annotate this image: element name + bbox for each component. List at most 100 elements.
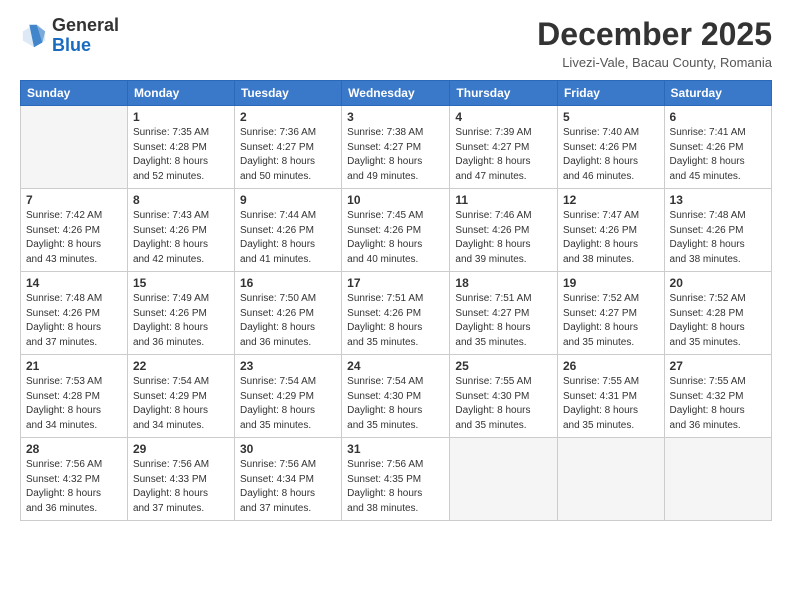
calendar-cell: 25 Sunrise: 7:55 AMSunset: 4:30 PMDayligh… <box>450 355 558 438</box>
calendar-cell: 16Sunrise: 7:50 AMSunset: 4:26 PMDayligh… <box>234 272 341 355</box>
calendar-cell: 20 Sunrise: 7:52 AMSunset: 4:28 PMDayligh… <box>664 272 771 355</box>
day-number: 25 <box>455 359 552 373</box>
day-info: Sunrise: 7:56 AMSunset: 4:32 PMDaylight:… <box>26 458 122 516</box>
calendar-cell: 23 Sunrise: 7:54 AMSunset: 4:29 PMDayligh… <box>234 355 341 438</box>
day-number: 23 <box>240 359 336 373</box>
calendar-cell: 7 Sunrise: 7:42 AMSunset: 4:26 PMDaylight… <box>21 189 128 272</box>
day-info: Sunrise: 7:43 AMSunset: 4:26 PMDaylight:… <box>133 209 229 267</box>
month-title: December 2025 <box>537 16 772 53</box>
day-info: Sunrise: 7:47 AMSunset: 4:26 PMDaylight:… <box>563 209 659 267</box>
day-number: 29 <box>133 442 229 456</box>
calendar-cell: 6 Sunrise: 7:41 AMSunset: 4:26 PMDaylight… <box>664 106 771 189</box>
day-info: Sunrise: 7:55 AMSunset: 4:30 PMDaylight:… <box>455 375 552 433</box>
calendar-cell: 22 Sunrise: 7:54 AMSunset: 4:29 PMDayligh… <box>127 355 234 438</box>
calendar-table: SundayMondayTuesdayWednesdayThursdayFrid… <box>20 80 772 521</box>
day-info: Sunrise: 7:39 AMSunset: 4:27 PMDaylight:… <box>455 126 552 184</box>
calendar-header-thursday: Thursday <box>450 81 558 106</box>
calendar-cell: 4 Sunrise: 7:39 AMSunset: 4:27 PMDaylight… <box>450 106 558 189</box>
day-info: Sunrise: 7:42 AMSunset: 4:26 PMDaylight:… <box>26 209 122 267</box>
day-number: 6 <box>670 110 766 124</box>
week-row-2: 7 Sunrise: 7:42 AMSunset: 4:26 PMDaylight… <box>21 189 772 272</box>
day-number: 31 <box>347 442 444 456</box>
day-number: 17 <box>347 276 444 290</box>
day-number: 24 <box>347 359 444 373</box>
day-number: 22 <box>133 359 229 373</box>
page: General Blue December 2025 Livezi-Vale, … <box>0 0 792 612</box>
day-number: 12 <box>563 193 659 207</box>
calendar-cell: 30 Sunrise: 7:56 AMSunset: 4:34 PMDayligh… <box>234 438 341 521</box>
calendar-cell: 11 Sunrise: 7:46 AMSunset: 4:26 PMDayligh… <box>450 189 558 272</box>
day-number: 10 <box>347 193 444 207</box>
calendar-cell: 5Sunrise: 7:40 AMSunset: 4:26 PMDaylight… <box>557 106 664 189</box>
day-info: Sunrise: 7:48 AMSunset: 4:26 PMDaylight:… <box>670 209 766 267</box>
day-number: 8 <box>133 193 229 207</box>
logo: General Blue <box>20 16 119 56</box>
day-number: 4 <box>455 110 552 124</box>
calendar-cell: 18 Sunrise: 7:51 AMSunset: 4:27 PMDayligh… <box>450 272 558 355</box>
calendar-cell: 9 Sunrise: 7:44 AMSunset: 4:26 PMDaylight… <box>234 189 341 272</box>
calendar-header-wednesday: Wednesday <box>342 81 450 106</box>
calendar-cell: 8 Sunrise: 7:43 AMSunset: 4:26 PMDaylight… <box>127 189 234 272</box>
calendar-cell: 29Sunrise: 7:56 AMSunset: 4:33 PMDayligh… <box>127 438 234 521</box>
day-info: Sunrise: 7:51 AMSunset: 4:27 PMDaylight:… <box>455 292 552 350</box>
calendar-cell <box>21 106 128 189</box>
day-info: Sunrise: 7:46 AMSunset: 4:26 PMDaylight:… <box>455 209 552 267</box>
day-number: 13 <box>670 193 766 207</box>
logo-blue: Blue <box>52 36 119 56</box>
day-info: Sunrise: 7:45 AMSunset: 4:26 PMDaylight:… <box>347 209 444 267</box>
day-info: Sunrise: 7:52 AMSunset: 4:28 PMDaylight:… <box>670 292 766 350</box>
calendar-cell: 17Sunrise: 7:51 AMSunset: 4:26 PMDayligh… <box>342 272 450 355</box>
day-number: 14 <box>26 276 122 290</box>
day-info: Sunrise: 7:38 AMSunset: 4:27 PMDaylight:… <box>347 126 444 184</box>
day-number: 18 <box>455 276 552 290</box>
calendar-header-tuesday: Tuesday <box>234 81 341 106</box>
day-number: 7 <box>26 193 122 207</box>
week-row-5: 28 Sunrise: 7:56 AMSunset: 4:32 PMDayligh… <box>21 438 772 521</box>
day-number: 21 <box>26 359 122 373</box>
calendar-cell: 12 Sunrise: 7:47 AMSunset: 4:26 PMDayligh… <box>557 189 664 272</box>
day-number: 15 <box>133 276 229 290</box>
calendar-cell: 21 Sunrise: 7:53 AMSunset: 4:28 PMDayligh… <box>21 355 128 438</box>
day-number: 30 <box>240 442 336 456</box>
calendar-header-row: SundayMondayTuesdayWednesdayThursdayFrid… <box>21 81 772 106</box>
calendar-cell <box>450 438 558 521</box>
day-info: Sunrise: 7:54 AMSunset: 4:29 PMDaylight:… <box>240 375 336 433</box>
calendar-cell: 26Sunrise: 7:55 AMSunset: 4:31 PMDayligh… <box>557 355 664 438</box>
day-info: Sunrise: 7:36 AMSunset: 4:27 PMDaylight:… <box>240 126 336 184</box>
logo-text: General Blue <box>52 16 119 56</box>
calendar-cell: 15 Sunrise: 7:49 AMSunset: 4:26 PMDayligh… <box>127 272 234 355</box>
calendar-cell: 13 Sunrise: 7:48 AMSunset: 4:26 PMDayligh… <box>664 189 771 272</box>
day-number: 26 <box>563 359 659 373</box>
day-number: 27 <box>670 359 766 373</box>
logo-general: General <box>52 16 119 36</box>
day-info: Sunrise: 7:56 AMSunset: 4:34 PMDaylight:… <box>240 458 336 516</box>
calendar-cell <box>664 438 771 521</box>
calendar-cell: 3Sunrise: 7:38 AMSunset: 4:27 PMDaylight… <box>342 106 450 189</box>
day-info: Sunrise: 7:53 AMSunset: 4:28 PMDaylight:… <box>26 375 122 433</box>
calendar-cell: 28 Sunrise: 7:56 AMSunset: 4:32 PMDayligh… <box>21 438 128 521</box>
day-info: Sunrise: 7:44 AMSunset: 4:26 PMDaylight:… <box>240 209 336 267</box>
day-number: 20 <box>670 276 766 290</box>
day-number: 1 <box>133 110 229 124</box>
calendar-header-saturday: Saturday <box>664 81 771 106</box>
day-info: Sunrise: 7:55 AMSunset: 4:32 PMDaylight:… <box>670 375 766 433</box>
day-number: 19 <box>563 276 659 290</box>
calendar-cell <box>557 438 664 521</box>
logo-icon <box>20 22 48 50</box>
day-number: 5 <box>563 110 659 124</box>
day-info: Sunrise: 7:41 AMSunset: 4:26 PMDaylight:… <box>670 126 766 184</box>
day-info: Sunrise: 7:52 AMSunset: 4:27 PMDaylight:… <box>563 292 659 350</box>
calendar-cell: 19 Sunrise: 7:52 AMSunset: 4:27 PMDayligh… <box>557 272 664 355</box>
week-row-4: 21 Sunrise: 7:53 AMSunset: 4:28 PMDayligh… <box>21 355 772 438</box>
day-info: Sunrise: 7:54 AMSunset: 4:29 PMDaylight:… <box>133 375 229 433</box>
calendar-cell: 31Sunrise: 7:56 AMSunset: 4:35 PMDayligh… <box>342 438 450 521</box>
day-info: Sunrise: 7:49 AMSunset: 4:26 PMDaylight:… <box>133 292 229 350</box>
day-info: Sunrise: 7:48 AMSunset: 4:26 PMDaylight:… <box>26 292 122 350</box>
calendar-header-friday: Friday <box>557 81 664 106</box>
calendar-cell: 10 Sunrise: 7:45 AMSunset: 4:26 PMDayligh… <box>342 189 450 272</box>
calendar-cell: 27 Sunrise: 7:55 AMSunset: 4:32 PMDayligh… <box>664 355 771 438</box>
day-number: 28 <box>26 442 122 456</box>
day-info: Sunrise: 7:50 AMSunset: 4:26 PMDaylight:… <box>240 292 336 350</box>
day-number: 9 <box>240 193 336 207</box>
day-number: 11 <box>455 193 552 207</box>
